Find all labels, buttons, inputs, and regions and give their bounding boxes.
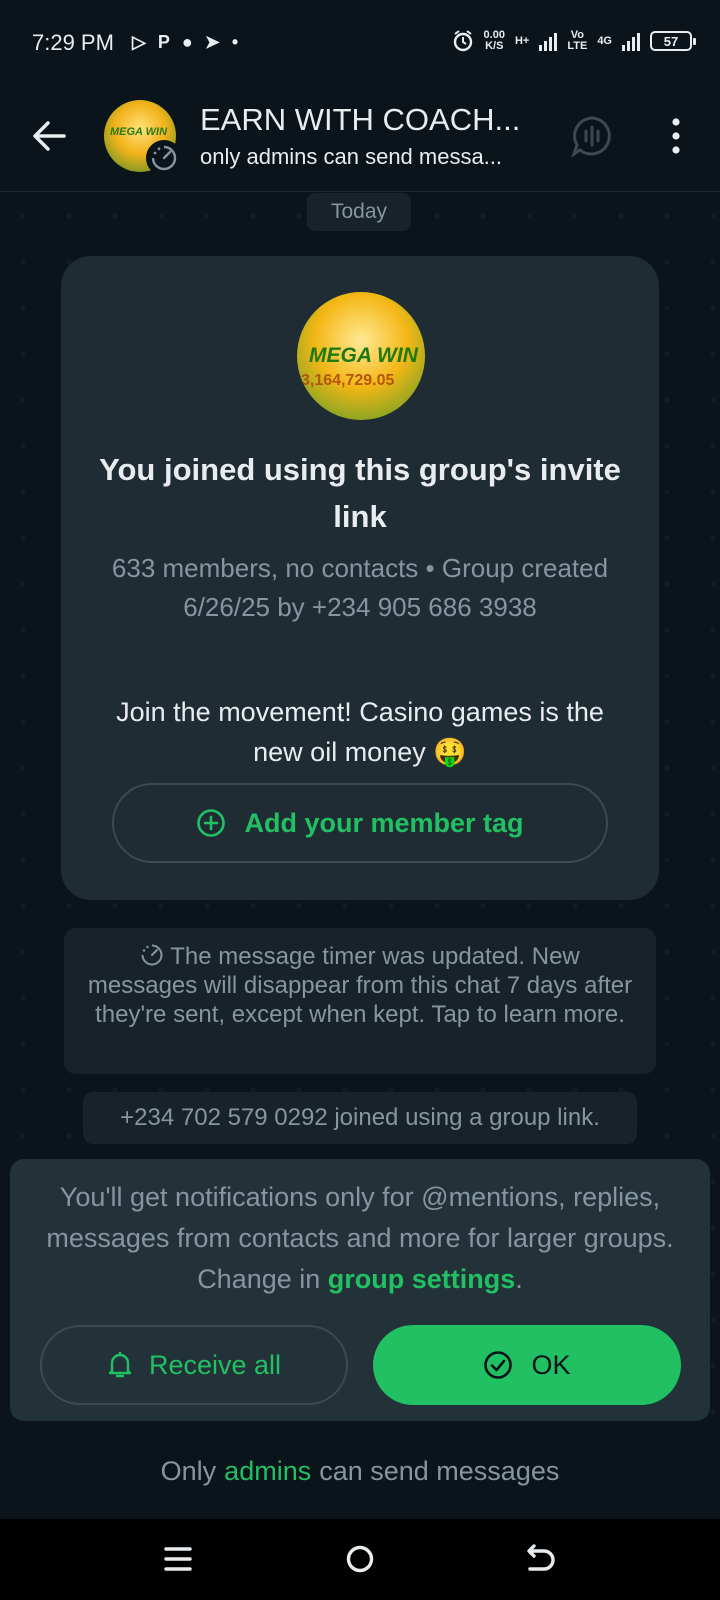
footer-text-before: Only (160, 1455, 217, 1486)
telegram-icon: ➤ (204, 32, 220, 52)
receive-all-label: Receive all (148, 1349, 282, 1380)
status-bar: 7:29 PM ▷ P ● ➤ • 0.00 K/S H+ Vo LTE 4G … (0, 0, 720, 92)
home-icon[interactable] (338, 1537, 382, 1581)
alarm-icon (453, 30, 472, 52)
footer-text-after: can send messages (319, 1455, 560, 1486)
check-circle-icon (484, 1351, 513, 1379)
status-right: 0.00 K/S H+ Vo LTE 4G 57 (452, 30, 696, 52)
speed-unit: K/S (485, 40, 504, 52)
add-member-tag-label: Add your member tag (244, 807, 524, 838)
snapchat-icon: ● (181, 32, 193, 52)
notification-settings-banner: You'll get notifications only for @menti… (10, 1159, 710, 1421)
bell-icon (108, 1351, 132, 1378)
group-avatar-text: MEGA WIN (110, 126, 168, 138)
group-avatar-large[interactable]: MEGA WIN 3,164,729.05 (297, 292, 425, 420)
admins-only-notice: Only admins can send messages (0, 1423, 720, 1519)
timer-update-text: The message timer was updated. New messa… (87, 943, 633, 1028)
date-chip: Today (307, 193, 411, 231)
group-meta: 633 members, no contacts • Group created… (111, 553, 609, 622)
dot-icon: • (231, 32, 239, 52)
join-notice: +234 702 579 0292 joined using a group l… (83, 1092, 637, 1144)
p-icon: P (157, 32, 170, 52)
back-icon[interactable] (518, 1537, 562, 1581)
invite-info-card: MEGA WIN 3,164,729.05 You joined using t… (61, 256, 659, 900)
system-nav-bar (0, 1519, 720, 1600)
avatar-amount-text: 3,164,729.05 (301, 372, 395, 389)
more-options-icon[interactable] (664, 114, 688, 158)
chat-header: MEGA WIN EARN WITH COACH... only admins … (0, 92, 720, 192)
admins-link[interactable]: admins (224, 1456, 311, 1487)
receive-all-button[interactable]: Receive all (40, 1325, 348, 1405)
banner-text: You'll get notifications only for @menti… (40, 1177, 680, 1300)
banner-text-end: . (515, 1264, 523, 1294)
menu-icon[interactable] (156, 1537, 200, 1581)
battery-icon: 57 (650, 31, 696, 51)
notification-icons: ▷ P ● ➤ • (132, 32, 238, 52)
back-arrow-icon[interactable] (26, 112, 74, 160)
status-time: 7:29 PM (32, 30, 114, 55)
timer-icon (141, 944, 163, 966)
battery-level: 57 (663, 33, 679, 49)
group-title[interactable]: EARN WITH COACH... (200, 102, 520, 138)
network-type-1: H+ (514, 34, 530, 47)
volte-label: Vo LTE (567, 30, 587, 52)
add-member-tag-button[interactable]: Add your member tag (112, 783, 608, 863)
signal-icon (539, 31, 558, 51)
ok-button[interactable]: OK (373, 1325, 681, 1405)
voice-chat-icon[interactable] (570, 114, 614, 158)
volte-bottom: LTE (567, 40, 588, 52)
ok-label: OK (531, 1349, 571, 1380)
group-subtitle[interactable]: only admins can send messa... (200, 144, 502, 170)
group-settings-link[interactable]: group settings (328, 1264, 516, 1294)
timer-update-message[interactable]: The message timer was updated. New messa… (64, 928, 656, 1074)
disappearing-timer-icon (146, 140, 182, 176)
add-circle-icon (197, 809, 226, 837)
network-speed: 0.00 K/S (484, 30, 505, 52)
avatar-mega-win-text: MEGA WIN (309, 344, 418, 367)
invite-card-title: You joined using this group's invite lin… (99, 452, 621, 534)
signal-icon-2 (622, 31, 640, 51)
network-type-3: 4G (597, 34, 612, 47)
media-icon: ▷ (132, 32, 146, 52)
group-description: Join the movement! Casino games is the n… (116, 697, 604, 767)
